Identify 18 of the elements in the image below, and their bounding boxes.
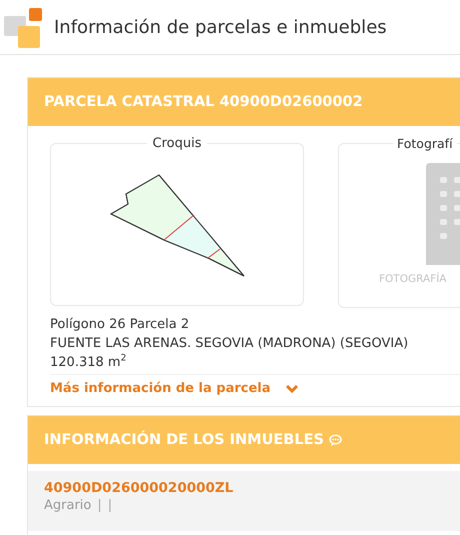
parcel-address: FUENTE LAS ARENAS. SEGOVIA (MADRONA) (SEGOVIA) <box>50 335 410 353</box>
more-info-link[interactable]: Más información de la parcela <box>50 381 299 396</box>
separator: | <box>97 498 102 513</box>
building-icon <box>426 163 460 265</box>
parcel-area: 120.318 m$^{2}$ <box>50 353 460 372</box>
sketch-title: Croquis <box>152 136 202 151</box>
property-reference: 40900D026000020000ZL <box>44 480 234 496</box>
separator: | <box>108 498 112 513</box>
properties-header: INFORMACIÓN DE LOS INMUEBLES <box>44 432 324 448</box>
photo-title: Fotografí <box>396 136 454 151</box>
speech-bubble-icon <box>328 434 342 446</box>
photo-caption: FOTOGRAFÍA <box>379 273 446 285</box>
logo-icon <box>4 8 42 48</box>
parcel-location: Polígono 26 Parcela 2 <box>50 316 190 334</box>
property-row[interactable]: 40900D026000020000ZL Agrario | | <box>28 471 460 531</box>
parcel-header: PARCELA CATASTRAL 40900D02600002 <box>44 94 363 110</box>
page-title: Información de parcelas e inmuebles <box>54 16 387 38</box>
property-use: Agrario <box>44 498 92 513</box>
